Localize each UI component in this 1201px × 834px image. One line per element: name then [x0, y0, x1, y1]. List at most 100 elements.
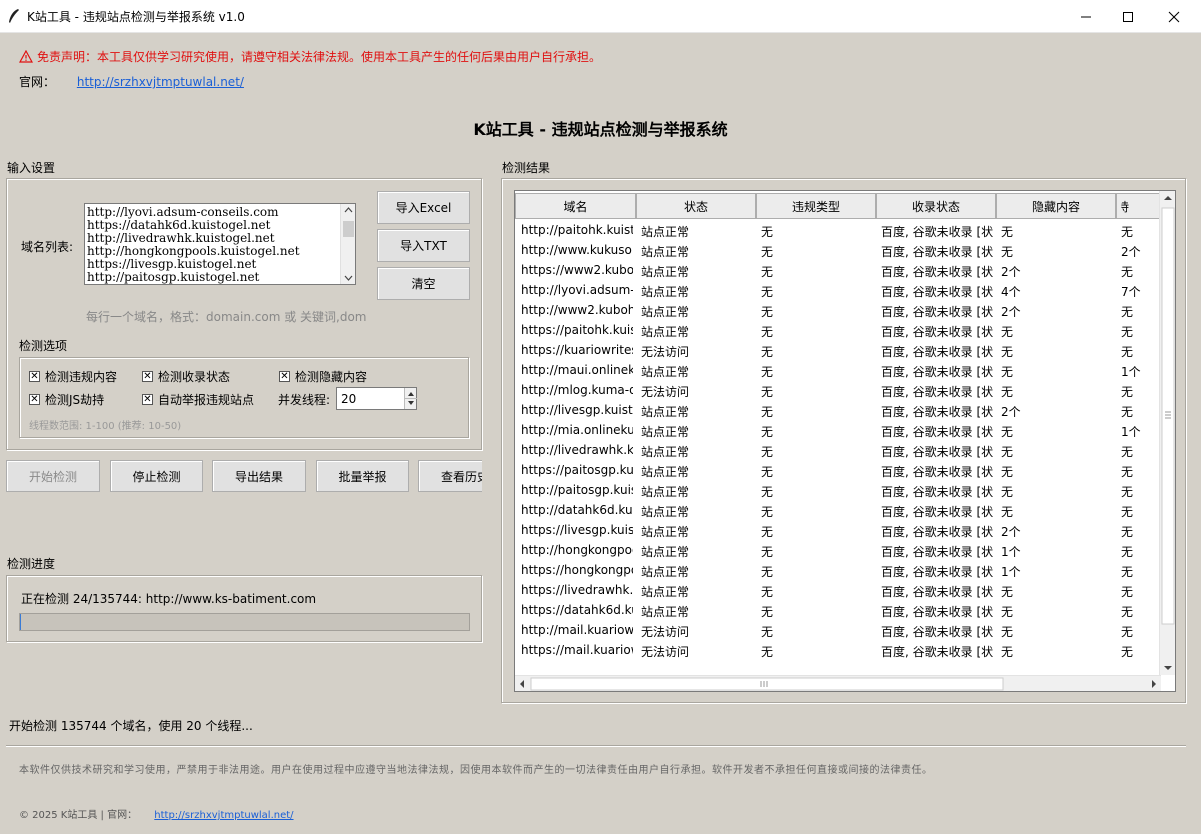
checkbox-check-icon[interactable]: ✕ — [29, 394, 40, 405]
threads-spinbox[interactable]: 20 — [336, 387, 417, 410]
checkbox-check-icon[interactable]: ✕ — [142, 371, 153, 382]
progress-label: 检测进度 — [7, 557, 56, 571]
auto-report-option[interactable]: ✕ 自动举报违规站点 — [142, 391, 254, 408]
progress-bar — [19, 613, 470, 631]
checkbox-check-icon[interactable]: ✕ — [279, 371, 290, 382]
table-row[interactable]: http://datahk6d.kuistogel.net站点正常无百度, 谷歌… — [515, 500, 1161, 520]
table-cell: 站点正常 — [641, 585, 690, 599]
footer-copyright: © 2025 K站工具 | 官网： http://srzhxvjtmptuwla… — [19, 806, 294, 821]
table-row[interactable]: https://mail.kuariowrites.com无法访问无百度, 谷歌… — [515, 640, 1161, 660]
table-row[interactable]: http://mia.onlinekuistogel.net站点正常无百度, 谷… — [515, 420, 1161, 440]
table-row[interactable]: http://paitosgp.kuistogel.net站点正常无百度, 谷歌… — [515, 480, 1161, 500]
table-cell: 百度, 谷歌未收录 [状态] — [881, 505, 993, 519]
domain-list-textarea[interactable]: http://lyovi.adsum-conseils.com https://… — [84, 203, 356, 285]
table-cell: 百度, 谷歌未收录 [状态] — [881, 605, 993, 619]
table-cell: 站点正常 — [641, 405, 690, 419]
table-row[interactable]: https://livedrawhk.kuistogel.net站点正常无百度,… — [515, 580, 1161, 600]
maximize-button[interactable] — [1105, 0, 1151, 33]
table-row[interactable]: https://datahk6d.kuistogel.net站点正常无百度, 谷… — [515, 600, 1161, 620]
check-violation-option[interactable]: ✕ 检测违规内容 — [29, 368, 117, 385]
maximize-icon — [1123, 11, 1133, 22]
table-cell: 站点正常 — [641, 485, 690, 499]
stop-button[interactable]: 停止检测 — [110, 460, 203, 492]
domain-list-scrollbar[interactable] — [340, 204, 355, 284]
table-row[interactable]: http://mlog.kuma-design.net无法访问无百度, 谷歌未收… — [515, 380, 1161, 400]
table-row[interactable]: http://www.kukusoltogel.net站点正常无百度, 谷歌未收… — [515, 240, 1161, 260]
start-button[interactable]: 开始检测 — [6, 460, 100, 492]
export-button[interactable]: 导出结果 — [212, 460, 306, 492]
column-header-hidden-content[interactable]: 隐藏内容 — [996, 193, 1116, 219]
table-cell: 1个 — [1001, 545, 1021, 559]
checkbox-check-icon[interactable]: ✕ — [29, 371, 40, 382]
table-cell: 7个 — [1121, 285, 1141, 299]
results-table[interactable]: 域名 状态 违规类型 收录状态 隐藏内容 JS劫持 http://paitohk… — [514, 190, 1176, 692]
table-row[interactable]: http://www2.kubohkpools.net 站点正常 无 百度, 谷歌未收… — [515, 300, 1161, 320]
scrollbar-arrows-icon — [343, 207, 354, 281]
table-cell: 站点正常 — [641, 565, 690, 579]
table-row[interactable]: http://livesgp.kuistogel.net 站点正常 无 百度, 谷歌未… — [515, 400, 1161, 420]
column-header-js-hijack[interactable]: JS劫持 — [1116, 193, 1161, 219]
table-cell: 无 — [1001, 465, 1014, 479]
check-hidden-option[interactable]: ✕ 检测隐藏内容 — [279, 368, 367, 385]
table-row[interactable]: http://livedrawhk.kuistogel.net站点正常无百度, … — [515, 440, 1161, 460]
table-row[interactable]: http://mail.kuariowrites.com无法访问无百度, 谷歌未… — [515, 620, 1161, 640]
official-site-link[interactable]: http://srzhxvjtmptuwlal.net/ — [77, 75, 244, 89]
table-cell: 无 — [1001, 505, 1014, 519]
table-row[interactable]: https://kuariowrites.com无法访问无百度, 谷歌未收录 [… — [515, 340, 1161, 360]
results-vertical-scrollbar[interactable] — [1159, 191, 1175, 675]
table-cell: 无 — [761, 505, 774, 519]
table-cell: 百度, 谷歌未收录 [状态] — [881, 545, 993, 559]
batch-report-button[interactable]: 批量举报 — [316, 460, 409, 492]
history-button[interactable]: 查看历史 — [418, 460, 482, 492]
table-cell: 百度, 谷歌未收录 [状态] — [881, 425, 993, 439]
threads-value: 20 — [341, 392, 357, 406]
close-button[interactable] — [1151, 0, 1197, 33]
table-row[interactable]: http://hongkongpools.kuistogel.net 站点正常 无 百… — [515, 540, 1161, 560]
table-cell: 无 — [1001, 325, 1014, 339]
check-index-option[interactable]: ✕ 检测收录状态 — [142, 368, 230, 385]
column-header-status[interactable]: 状态 — [636, 193, 756, 219]
table-row[interactable]: https://www2.kubohkpools.net 站点正常 无 百度, 谷歌未… — [515, 260, 1161, 280]
input-settings-label: 输入设置 — [7, 161, 56, 175]
table-cell: 无 — [1121, 385, 1134, 399]
spin-arrows-icon — [405, 392, 417, 405]
table-cell: http://mia.onlinekuistogel.net — [521, 423, 633, 437]
import-excel-button[interactable]: 导入Excel — [377, 191, 470, 224]
history-button-clip: 查看历史 — [418, 460, 482, 492]
import-txt-button[interactable]: 导入TXT — [377, 229, 470, 262]
table-cell: https://livesgp.kuistogel.net — [521, 523, 633, 537]
table-cell: 1个 — [1121, 365, 1141, 379]
column-header-index-status[interactable]: 收录状态 — [876, 193, 996, 219]
column-header-domain[interactable]: 域名 — [515, 193, 636, 219]
window-title: K站工具 - 违规站点检测与举报系统 v1.0 — [27, 10, 245, 24]
table-cell: 站点正常 — [641, 325, 690, 339]
table-cell: 站点正常 — [641, 225, 690, 239]
check-js-option[interactable]: ✕ 检测JS劫持 — [29, 391, 104, 408]
table-cell: 无 — [1121, 565, 1134, 579]
table-cell: http://mlog.kuma-design.net — [521, 383, 633, 397]
table-row[interactable]: http://maui.onlinekuistogel.net站点正常无百度, … — [515, 360, 1161, 380]
table-cell: 无 — [1121, 605, 1134, 619]
results-horizontal-scrollbar[interactable] — [515, 675, 1161, 691]
table-row[interactable]: http://lyovi.adsum-conseils.com 站点正常 无 百度, … — [515, 280, 1161, 300]
clear-button[interactable]: 清空 — [377, 267, 470, 300]
table-cell: 无 — [761, 265, 774, 279]
spin-arrows[interactable] — [404, 388, 417, 409]
table-row[interactable]: https://paitohk.kuistogel.net站点正常无百度, 谷歌… — [515, 320, 1161, 340]
table-cell: 无 — [1121, 445, 1134, 459]
column-header-violation-type[interactable]: 违规类型 — [756, 193, 876, 219]
checkbox-check-icon[interactable]: ✕ — [142, 394, 153, 405]
table-row[interactable]: https://paitosgp.kuistogel.net站点正常无百度, 谷… — [515, 460, 1161, 480]
table-row[interactable]: http://paitohk.kuistogel.net站点正常无百度, 谷歌未… — [515, 220, 1161, 240]
footer-site-link[interactable]: http://srzhxvjtmptuwlal.net/ — [154, 810, 293, 821]
table-cell: 无 — [1121, 325, 1134, 339]
table-cell: 无 — [1001, 485, 1014, 499]
minimize-button[interactable] — [1063, 0, 1109, 33]
table-cell: 无 — [1121, 485, 1134, 499]
table-cell: 站点正常 — [641, 305, 690, 319]
table-row[interactable]: https://livesgp.kuistogel.net 站点正常 无 百度, 谷歌… — [515, 520, 1161, 540]
table-row[interactable]: https://hongkongpools.kuistogel.net 站点正常 无… — [515, 560, 1161, 580]
table-cell: http://livesgp.kuistogel.net — [521, 403, 633, 417]
table-cell: 无 — [1121, 525, 1134, 539]
close-icon — [1168, 11, 1180, 22]
